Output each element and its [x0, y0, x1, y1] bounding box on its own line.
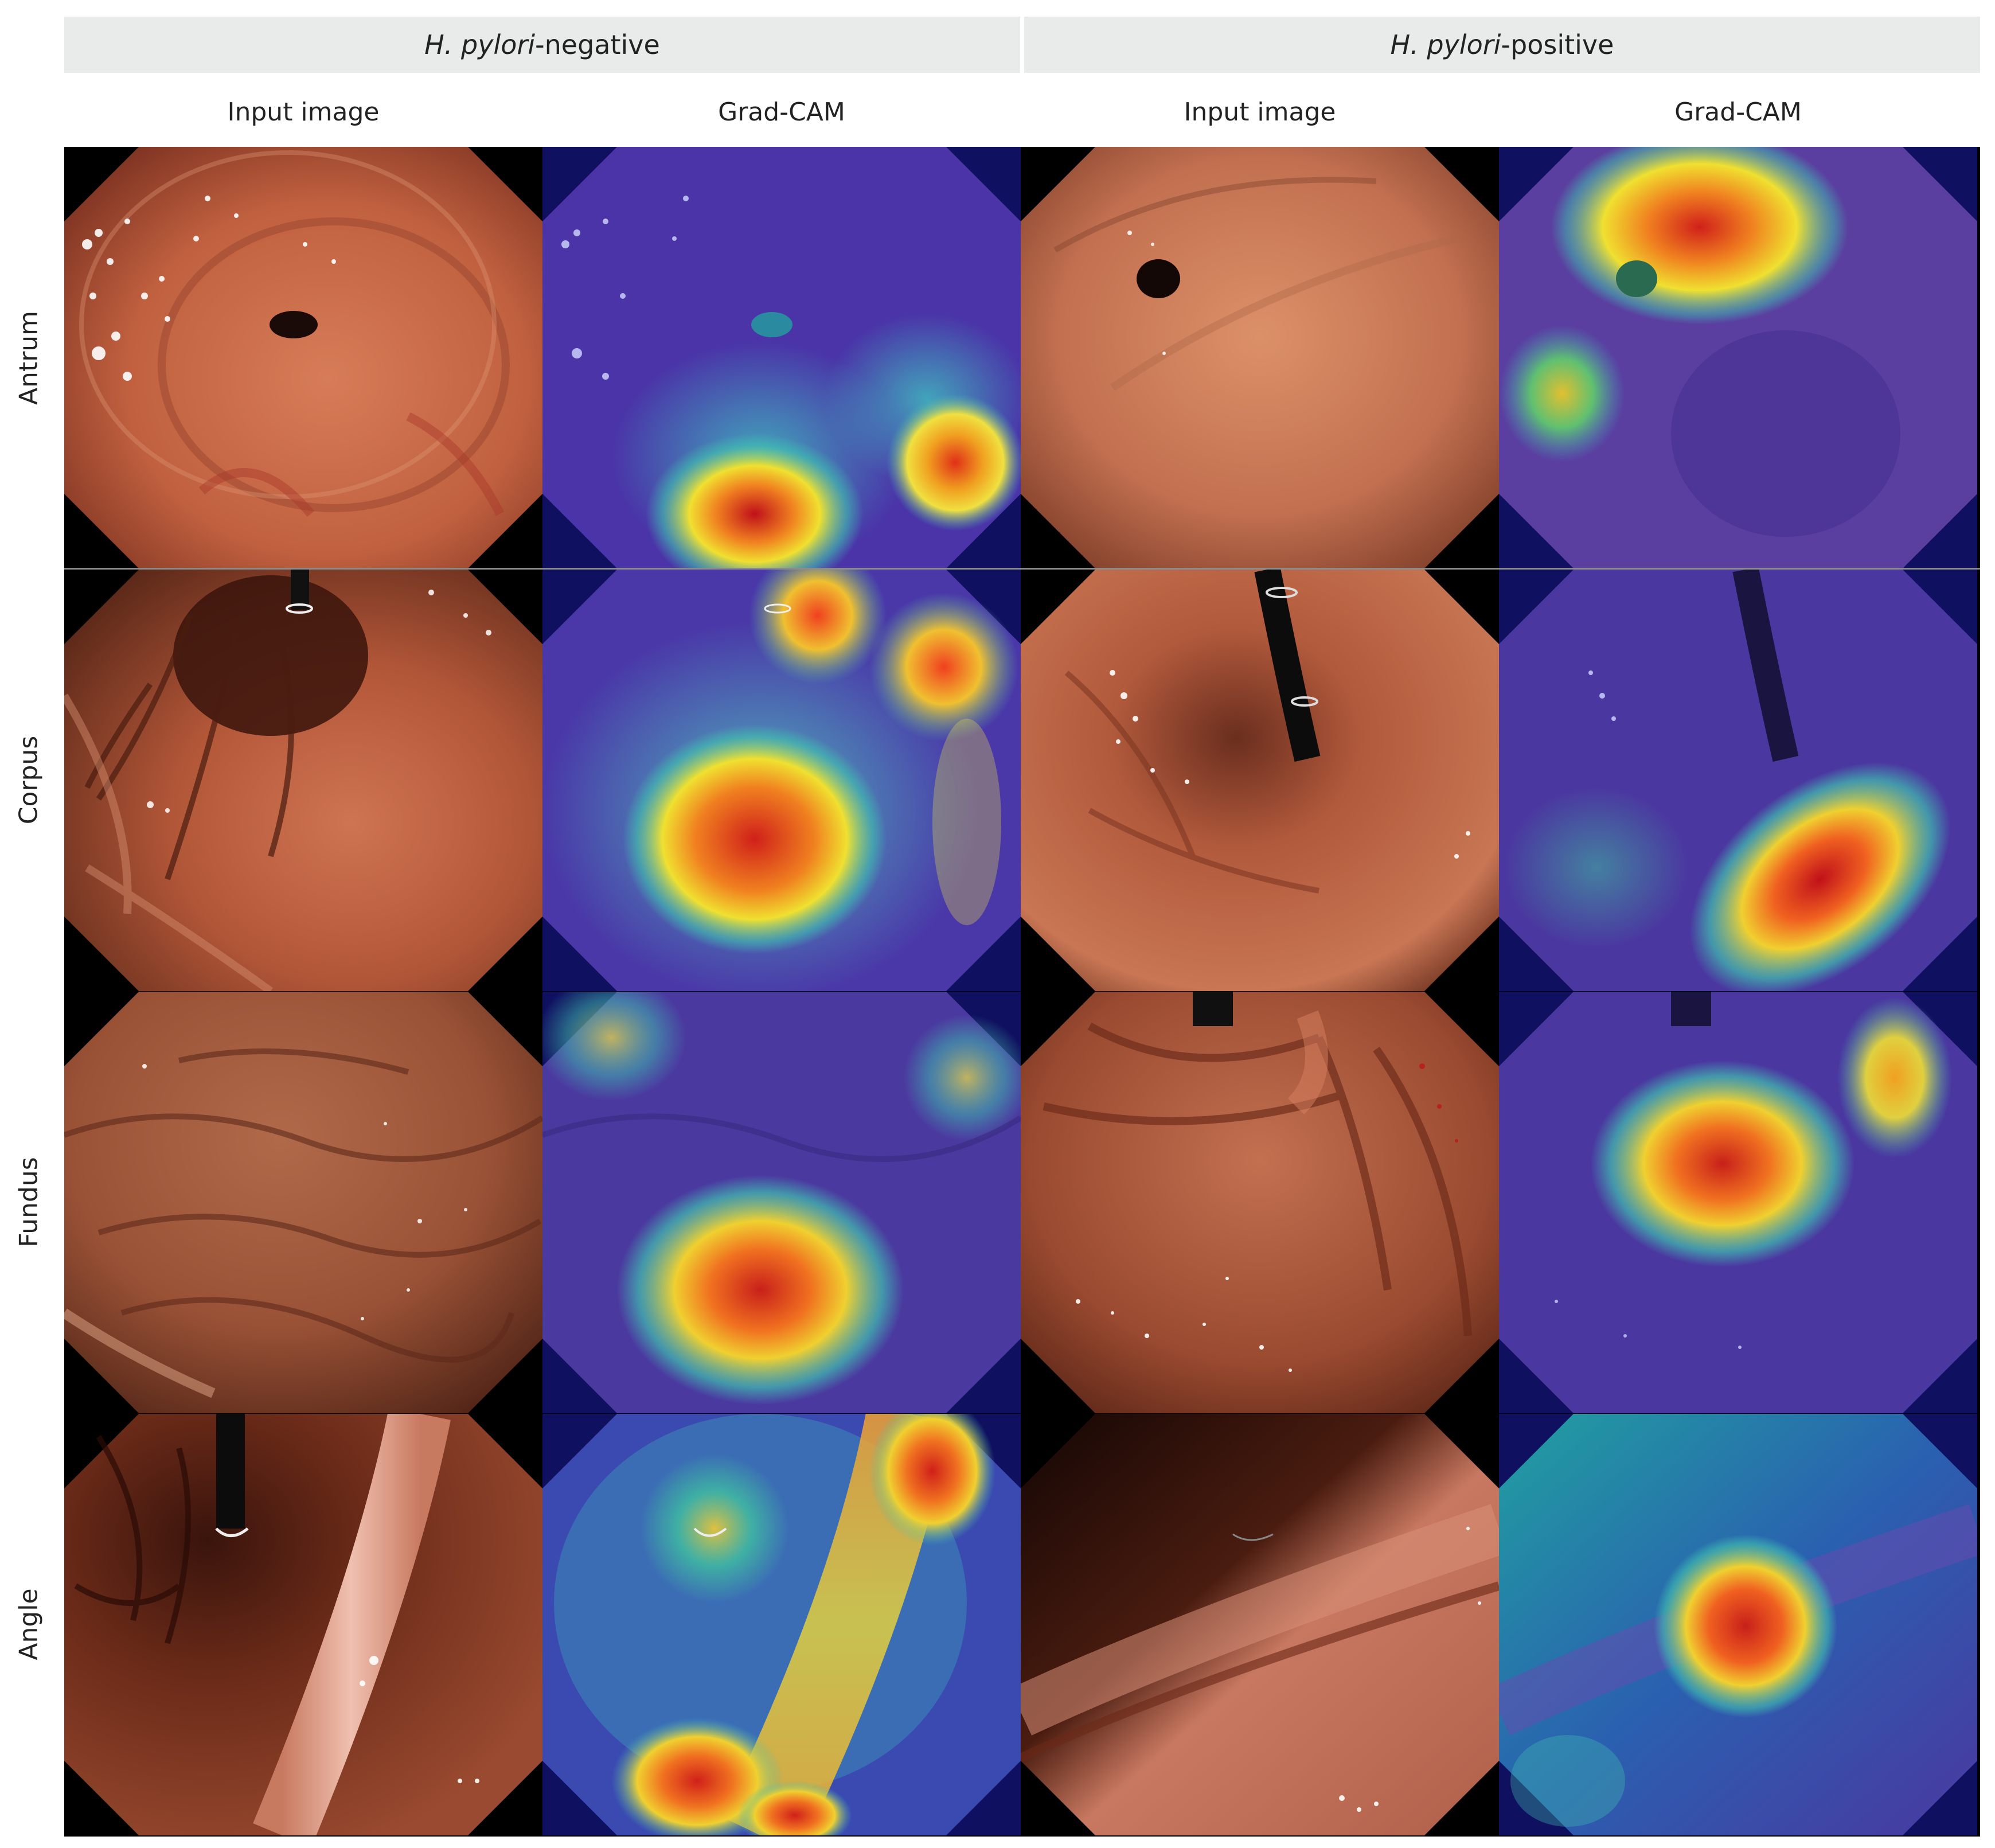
column-header-input-negative: Input image: [227, 97, 380, 127]
row-label-antrum-text: Antrum: [14, 310, 44, 406]
antrum-positive-gradcam-image: [1499, 147, 1977, 568]
fundus-positive-input-image: [1021, 992, 1499, 1413]
column-header-gradcam-positive: Grad-CAM: [1674, 97, 1802, 127]
corpus-negative-input-image: [64, 570, 542, 991]
fundus-negative-gradcam-image: [542, 992, 1021, 1413]
header-hpylori-positive: H. pylori-positive: [1024, 17, 1980, 73]
antrum-positive-input-image: [1021, 147, 1499, 568]
header-negative-italic: H. pylori: [424, 29, 536, 60]
row-label-antrum: Antrum: [0, 147, 57, 569]
corpus-positive-input-image: [1021, 570, 1499, 991]
angle-positive-gradcam-image: [1499, 1414, 1977, 1835]
row-label-angle-text: Angle: [14, 1588, 44, 1660]
header-negative-suffix: -negative: [535, 29, 660, 60]
image-grid: [64, 147, 1980, 1837]
corpus-positive-gradcam-image: [1499, 570, 1977, 991]
row-label-fundus-text: Fundus: [14, 1157, 44, 1247]
angle-negative-input-image: [64, 1414, 542, 1835]
fundus-negative-input-image: [64, 992, 542, 1413]
column-header-input-positive: Input image: [1184, 97, 1336, 127]
angle-negative-gradcam-image: [542, 1414, 1021, 1835]
row-label-corpus: Corpus: [0, 569, 57, 991]
antrum-negative-gradcam-image: [542, 147, 1021, 568]
header-positive-suffix: -positive: [1501, 29, 1614, 60]
header-hpylori-negative: H. pylori-negative: [64, 17, 1020, 73]
row-label-angle: Angle: [0, 1413, 57, 1835]
column-header-gradcam-negative: Grad-CAM: [718, 97, 845, 127]
angle-positive-input-image: [1021, 1414, 1499, 1835]
header-positive-italic: H. pylori: [1390, 29, 1501, 60]
fundus-positive-gradcam-image: [1499, 992, 1977, 1413]
row-label-corpus-text: Corpus: [14, 735, 44, 825]
corpus-negative-gradcam-image: [542, 570, 1021, 991]
antrum-negative-input-image: [64, 147, 542, 568]
row-label-fundus: Fundus: [0, 991, 57, 1413]
